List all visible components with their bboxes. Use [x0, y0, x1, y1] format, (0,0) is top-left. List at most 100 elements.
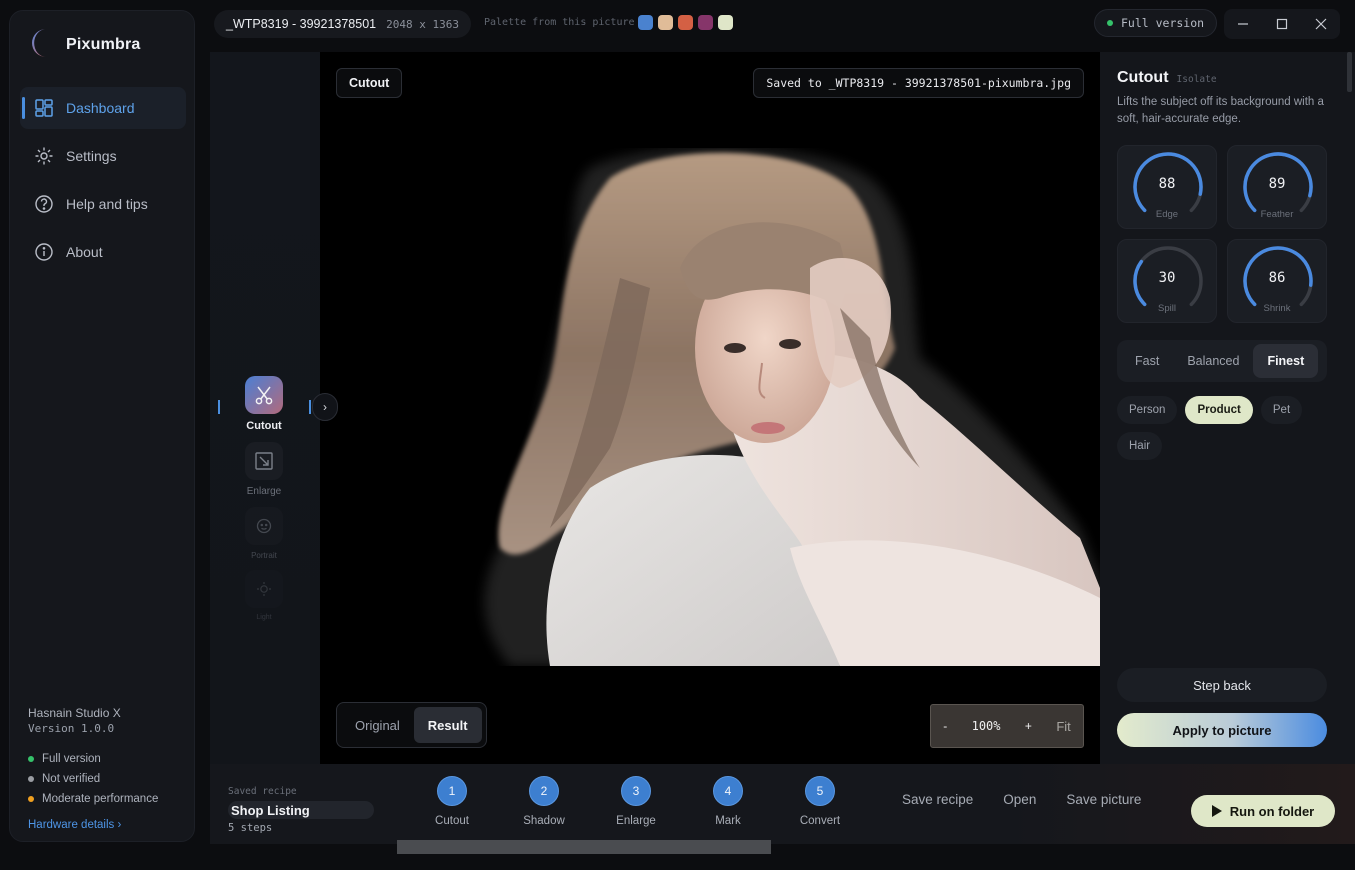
step-label: Mark: [715, 815, 741, 827]
result-image[interactable]: [320, 148, 1100, 666]
subject-pet[interactable]: Pet: [1260, 396, 1303, 424]
run-on-folder-button[interactable]: Run on folder: [1191, 795, 1335, 827]
status-dot: [28, 756, 34, 762]
subject-person[interactable]: Person: [1117, 396, 1178, 424]
sidebar-item-about[interactable]: About: [20, 231, 186, 273]
dial-edge[interactable]: 88 Edge: [1117, 145, 1217, 229]
portrait-icon: [245, 507, 283, 545]
enlarge-icon: [245, 442, 283, 480]
palette-swatch[interactable]: [698, 15, 713, 30]
close-icon[interactable]: [1311, 14, 1331, 34]
tool-cutout[interactable]: Cutout: [218, 376, 310, 432]
app-name: Pixumbra: [66, 36, 141, 53]
save-recipe-button[interactable]: Save recipe: [902, 792, 973, 807]
info-icon: [35, 243, 53, 261]
quality-finest[interactable]: Finest: [1253, 344, 1319, 378]
chevron-right-icon: ›: [323, 400, 327, 414]
tool-rail: Cutout Enlarge Portrait Light: [218, 376, 310, 631]
sidebar-item-help[interactable]: Help and tips: [20, 183, 186, 225]
save-picture-button[interactable]: Save picture: [1066, 792, 1141, 807]
recipe-step[interactable]: 5 Convert: [774, 776, 866, 827]
dial-spill[interactable]: 30 Spill: [1117, 239, 1217, 323]
file-dimensions: 2048 x 1363: [386, 17, 459, 31]
status-label: Moderate performance: [42, 793, 159, 805]
dial-label: Spill: [1158, 303, 1176, 314]
status-dot: [28, 796, 34, 802]
step-number: 4: [713, 776, 743, 806]
view-result-button[interactable]: Result: [413, 707, 482, 743]
saved-path-tag: Saved to _WTP8319 - 39921378501-pixumbra…: [753, 68, 1084, 98]
bottom-bar: Saved recipe Shop Listing 5 steps 1 Cuto…: [210, 764, 1355, 844]
settings-icon: [35, 147, 53, 165]
saved-recipe: Saved recipe Shop Listing 5 steps: [228, 786, 374, 834]
dial-label: Shrink: [1263, 303, 1291, 314]
tool-enlarge[interactable]: Enlarge: [218, 442, 310, 497]
zoom-in-button[interactable]: +: [1025, 719, 1032, 733]
license-badge: Full version: [1094, 9, 1218, 37]
run-label: Run on folder: [1229, 803, 1315, 819]
palette-label: Palette from this picture: [484, 17, 635, 28]
horizontal-scrollbar[interactable]: [397, 840, 771, 854]
dial-shrink[interactable]: 86 Shrink: [1227, 239, 1327, 323]
tool-label: Portrait: [251, 551, 277, 560]
subject-hair[interactable]: Hair: [1117, 432, 1163, 460]
tool-label: Cutout: [246, 420, 282, 432]
recipe-name[interactable]: Shop Listing: [228, 801, 374, 819]
window-controls: [1224, 9, 1340, 39]
palette-swatch[interactable]: [718, 15, 733, 30]
status-verification: Not verified: [28, 769, 188, 789]
palette-swatches: [638, 15, 733, 30]
sidebar-item-label: Settings: [66, 148, 117, 164]
status-dot: [28, 776, 34, 782]
palette-swatch[interactable]: [658, 15, 673, 30]
sidebar-item-dashboard[interactable]: Dashboard: [20, 87, 186, 129]
tool-label: Enlarge: [246, 486, 282, 497]
dial-feather[interactable]: 89 Feather: [1227, 145, 1327, 229]
maximize-icon[interactable]: [1272, 14, 1292, 34]
quality-fast[interactable]: Fast: [1121, 344, 1173, 378]
step-label: Shadow: [523, 815, 565, 827]
dashboard-icon: [35, 99, 53, 117]
palette-swatch[interactable]: [678, 15, 693, 30]
zoom-fit-button[interactable]: Fit: [1056, 719, 1070, 734]
apply-button[interactable]: Apply to picture: [1117, 713, 1327, 747]
sidebar-footer: Hasnain Studio X Version 1.0.0 Full vers…: [28, 705, 188, 831]
sidebar-item-label: Help and tips: [66, 196, 148, 212]
bottom-actions: Save recipe Open Save picture: [902, 792, 1171, 807]
hardware-details-link[interactable]: Hardware details ›: [28, 819, 188, 831]
step-back-button[interactable]: Step back: [1117, 668, 1327, 702]
recipe-step[interactable]: 3 Enlarge: [590, 776, 682, 827]
open-button[interactable]: Open: [1003, 792, 1036, 807]
step-label: Cutout: [435, 815, 469, 827]
quality-selector: Fast Balanced Finest: [1117, 340, 1327, 382]
panel-header: Cutout Isolate: [1117, 69, 1217, 87]
step-label: Enlarge: [616, 815, 656, 827]
sidebar-item-settings[interactable]: Settings: [20, 135, 186, 177]
dial-value: 86: [1268, 270, 1286, 286]
panel-subtitle: Isolate: [1176, 74, 1217, 85]
recipe-step[interactable]: 1 Cutout: [406, 776, 498, 827]
sidebar-nav: Dashboard Settings Help and tips About: [20, 87, 186, 279]
panel-scrollbar[interactable]: [1347, 52, 1352, 92]
light-icon: [245, 570, 283, 608]
palette-swatch[interactable]: [638, 15, 653, 30]
file-chip: _WTP8319 - 39921378501 2048 x 1363: [214, 10, 471, 38]
view-original-button[interactable]: Original: [341, 707, 414, 743]
tool-portrait[interactable]: Portrait: [218, 507, 310, 560]
zoom-control: - 100% + Fit: [930, 704, 1084, 748]
subject-selector: Person Product Pet Hair: [1117, 396, 1337, 460]
dial-label: Feather: [1260, 209, 1294, 220]
minimize-icon[interactable]: [1233, 14, 1253, 34]
zoom-out-button[interactable]: -: [943, 719, 947, 733]
recipe-step[interactable]: 4 Mark: [682, 776, 774, 827]
tool-light[interactable]: Light: [218, 570, 310, 621]
license-badge-label: Full version: [1121, 16, 1205, 30]
canvas[interactable]: Cutout Saved to _WTP8319 - 39921378501-p…: [320, 52, 1100, 764]
zoom-level: 100%: [971, 719, 1001, 733]
subject-product[interactable]: Product: [1185, 396, 1253, 424]
help-icon: [35, 195, 53, 213]
dial-label: Edge: [1155, 209, 1179, 220]
collapse-rail-button[interactable]: ›: [312, 393, 338, 421]
recipe-step[interactable]: 2 Shadow: [498, 776, 590, 827]
quality-balanced[interactable]: Balanced: [1173, 344, 1253, 378]
